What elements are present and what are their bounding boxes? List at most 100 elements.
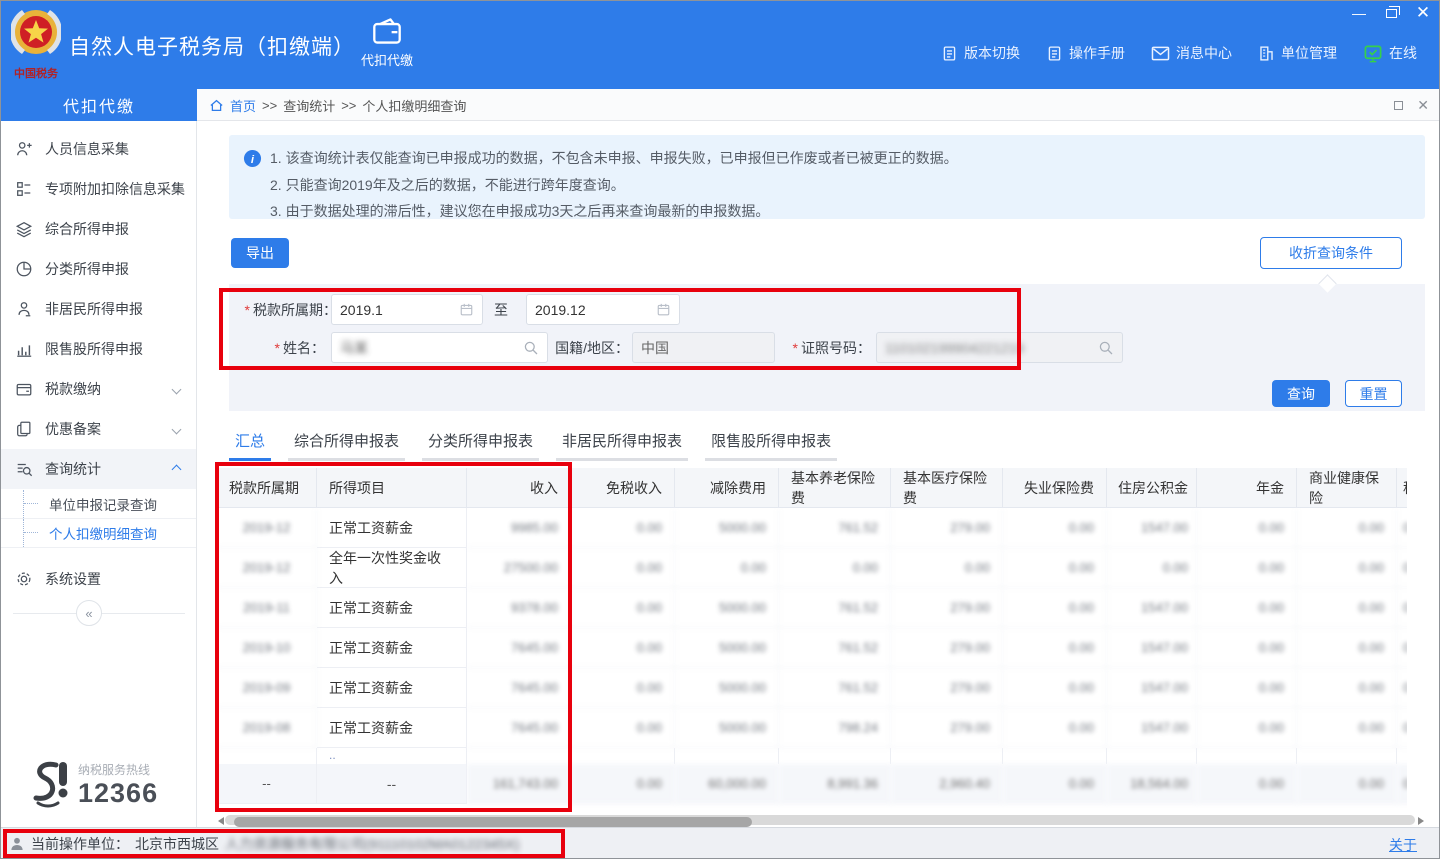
table-row[interactable]: 2019-09正常工资薪金7645.000.005000.00761.52279…: [217, 668, 1407, 708]
logo-caption: 中国税务: [14, 66, 59, 80]
sidebar-item-comprehensive-income[interactable]: 综合所得申报: [1, 209, 196, 249]
window-controls: — ✕: [1351, 5, 1431, 21]
breadcrumb-level1[interactable]: 查询统计: [283, 96, 335, 115]
menu-version-switch[interactable]: 版本切换: [941, 43, 1020, 63]
sidebar-item-preference-filing[interactable]: 优惠备案: [1, 409, 196, 449]
cell-deduct: 5000.00: [675, 668, 779, 708]
tab-classified-income[interactable]: 分类所得申报表: [422, 426, 539, 461]
page-maximize-icon[interactable]: [1394, 101, 1403, 110]
reset-button[interactable]: 重置: [1345, 380, 1402, 407]
cell-income: 7645.00: [467, 708, 571, 748]
sidebar-item-tax-payment[interactable]: 税款缴纳: [1, 369, 196, 409]
breadcrumb-home[interactable]: 首页: [230, 96, 256, 115]
col-header-housing-fund[interactable]: 住房公积金: [1107, 468, 1197, 508]
scroll-right-arrow[interactable]: [1418, 817, 1424, 825]
close-button[interactable]: ✕: [1415, 5, 1431, 21]
col-header-unemployment[interactable]: 失业保险费: [1003, 468, 1107, 508]
calendar-icon[interactable]: [459, 302, 474, 317]
minimize-button[interactable]: —: [1351, 5, 1367, 21]
menu-message-center[interactable]: 消息中心: [1151, 43, 1232, 63]
name-input[interactable]: 马某: [331, 332, 548, 363]
fold-query-button[interactable]: 收折查询条件: [1260, 237, 1402, 269]
sidebar-item-query-statistics[interactable]: 查询统计: [1, 449, 196, 489]
cell-taxext: 0.00: [1397, 628, 1407, 668]
col-header-annuity[interactable]: 年金: [1197, 468, 1297, 508]
horizontal-scroll-thumb[interactable]: [234, 817, 752, 827]
tab-summary[interactable]: 汇总: [229, 426, 271, 461]
sidebar-item-label: 限售股所得申报: [45, 339, 143, 359]
chevron-up-icon: [172, 464, 182, 474]
cell-unemp: [1003, 748, 1107, 764]
about-link[interactable]: 关于: [1389, 835, 1417, 855]
cell-taxext: 0.00: [1397, 668, 1407, 708]
sidebar-collapse-button[interactable]: «: [76, 600, 102, 626]
search-icon[interactable]: [523, 340, 539, 356]
main-content: i 1. 该查询统计表仅能查询已申报成功的数据，不包含未申报、申报失败，已申报但…: [197, 121, 1440, 827]
sidebar-item-nonresident-income[interactable]: 非居民所得申报: [1, 289, 196, 329]
menu-unit-management[interactable]: 单位管理: [1258, 43, 1337, 63]
cell-medical: 279.00: [891, 508, 1003, 548]
search-icon[interactable]: [1098, 340, 1114, 356]
breadcrumb: 首页 >> 查询统计 >> 个人扣缴明细查询: [209, 89, 466, 121]
cell-annuity: 0.00: [1197, 588, 1297, 628]
col-header-period[interactable]: 税款所属期: [217, 468, 317, 508]
table-row-clipped[interactable]: ..: [217, 748, 1407, 764]
scroll-left-arrow[interactable]: [218, 817, 224, 825]
tab-restricted-stock[interactable]: 限售股所得申报表: [705, 426, 837, 461]
cell-housing: 1547.00: [1107, 628, 1197, 668]
cell-taxfree: 0.00: [571, 508, 675, 548]
cell-medical: 279.00: [891, 628, 1003, 668]
tab-comprehensive-income[interactable]: 综合所得申报表: [288, 426, 405, 461]
page-close-icon[interactable]: ✕: [1417, 97, 1429, 114]
notice-line: 3. 由于数据处理的滞后性，建议您在申报成功3天之后再来查询最新的申报数据。: [270, 198, 958, 225]
breadcrumb-level2: 个人扣缴明细查询: [362, 96, 466, 115]
sidebar-item-label: 专项附加扣除信息采集: [45, 179, 185, 199]
cell-medical: [891, 748, 1003, 764]
col-header-income[interactable]: 收入: [467, 468, 571, 508]
horizontal-scrollbar[interactable]: [217, 813, 1425, 827]
period-to-input[interactable]: 2019.12: [526, 294, 680, 325]
col-header-pension[interactable]: 基本养老保险费: [779, 468, 891, 508]
col-header-health-insurance[interactable]: 商业健康保险: [1297, 468, 1397, 508]
col-header-deduct[interactable]: 减除费用: [675, 468, 779, 508]
sidebar-item-personnel-info[interactable]: 人员信息采集: [1, 129, 196, 169]
cell-health: 0.00: [1297, 668, 1397, 708]
cell-taxext: [1397, 748, 1407, 764]
table-row[interactable]: 2019-10正常工资薪金7645.000.005000.00761.52279…: [217, 628, 1407, 668]
cell-item: 正常工资薪金: [317, 628, 467, 668]
menu-online-status[interactable]: 在线: [1363, 43, 1417, 63]
export-button[interactable]: 导出: [231, 238, 289, 268]
table-row[interactable]: 2019-12全年一次性奖金收入27500.000.000.000.000.00…: [217, 548, 1407, 588]
table-row[interactable]: 2019-11正常工资薪金9378.000.005000.00761.52279…: [217, 588, 1407, 628]
col-header-medical[interactable]: 基本医疗保险费: [891, 468, 1003, 508]
id-number-input[interactable]: 110102199904221219: [876, 332, 1123, 363]
col-header-item[interactable]: 所得项目: [317, 468, 467, 508]
tab-nonresident-income[interactable]: 非居民所得申报表: [556, 426, 688, 461]
period-label: *税款所属期：: [215, 294, 337, 325]
calendar-icon[interactable]: [656, 302, 671, 317]
page-tabbar: 代扣代缴 首页 >> 查询统计 >> 个人扣缴明细查询 ✕: [1, 89, 1440, 121]
cell-taxfree: [571, 748, 675, 764]
sidebar-item-classified-income[interactable]: 分类所得申报: [1, 249, 196, 289]
cell-annuity: 0.00: [1197, 508, 1297, 548]
table-row[interactable]: 2019-12正常工资薪金9985.000.005000.00761.52279…: [217, 508, 1407, 548]
col-header-tax-deferred[interactable]: 税延养老保险: [1397, 468, 1407, 508]
col-header-taxfree[interactable]: 免税收入: [571, 468, 675, 508]
restore-button[interactable]: [1383, 5, 1399, 21]
summary-row[interactable]: ----161,743.000.0060,000.008,991.362,960…: [217, 764, 1407, 804]
sidebar-item-system-settings[interactable]: 系统设置: [1, 559, 196, 599]
horizontal-scroll-track[interactable]: [225, 815, 1415, 825]
cell-annuity: 0.00: [1197, 668, 1297, 708]
table-row[interactable]: 2019-08正常工资薪金7645.000.005000.00798.24279…: [217, 708, 1407, 748]
header-tab-daikou-daijiao[interactable]: 代扣代缴: [349, 17, 425, 83]
sidebar-subitem-unit-declaration-records[interactable]: 单位申报记录查询: [1, 490, 196, 519]
cell-income: 9378.00: [467, 588, 571, 628]
search-button[interactable]: 查询: [1272, 380, 1330, 407]
period-from-input[interactable]: 2019.1: [331, 294, 483, 325]
sidebar-subitem-personal-withholding-detail[interactable]: 个人扣缴明细查询: [1, 519, 196, 548]
sidebar-item-special-deduction[interactable]: 专项附加扣除信息采集: [1, 169, 196, 209]
table-header-row: 税款所属期 所得项目 收入 免税收入 减除费用 基本养老保险费 基本医疗保险费 …: [217, 468, 1407, 508]
sidebar-item-restricted-stock[interactable]: 限售股所得申报: [1, 329, 196, 369]
menu-manual[interactable]: 操作手册: [1046, 43, 1125, 63]
cell-period: 2019-10: [217, 628, 317, 668]
